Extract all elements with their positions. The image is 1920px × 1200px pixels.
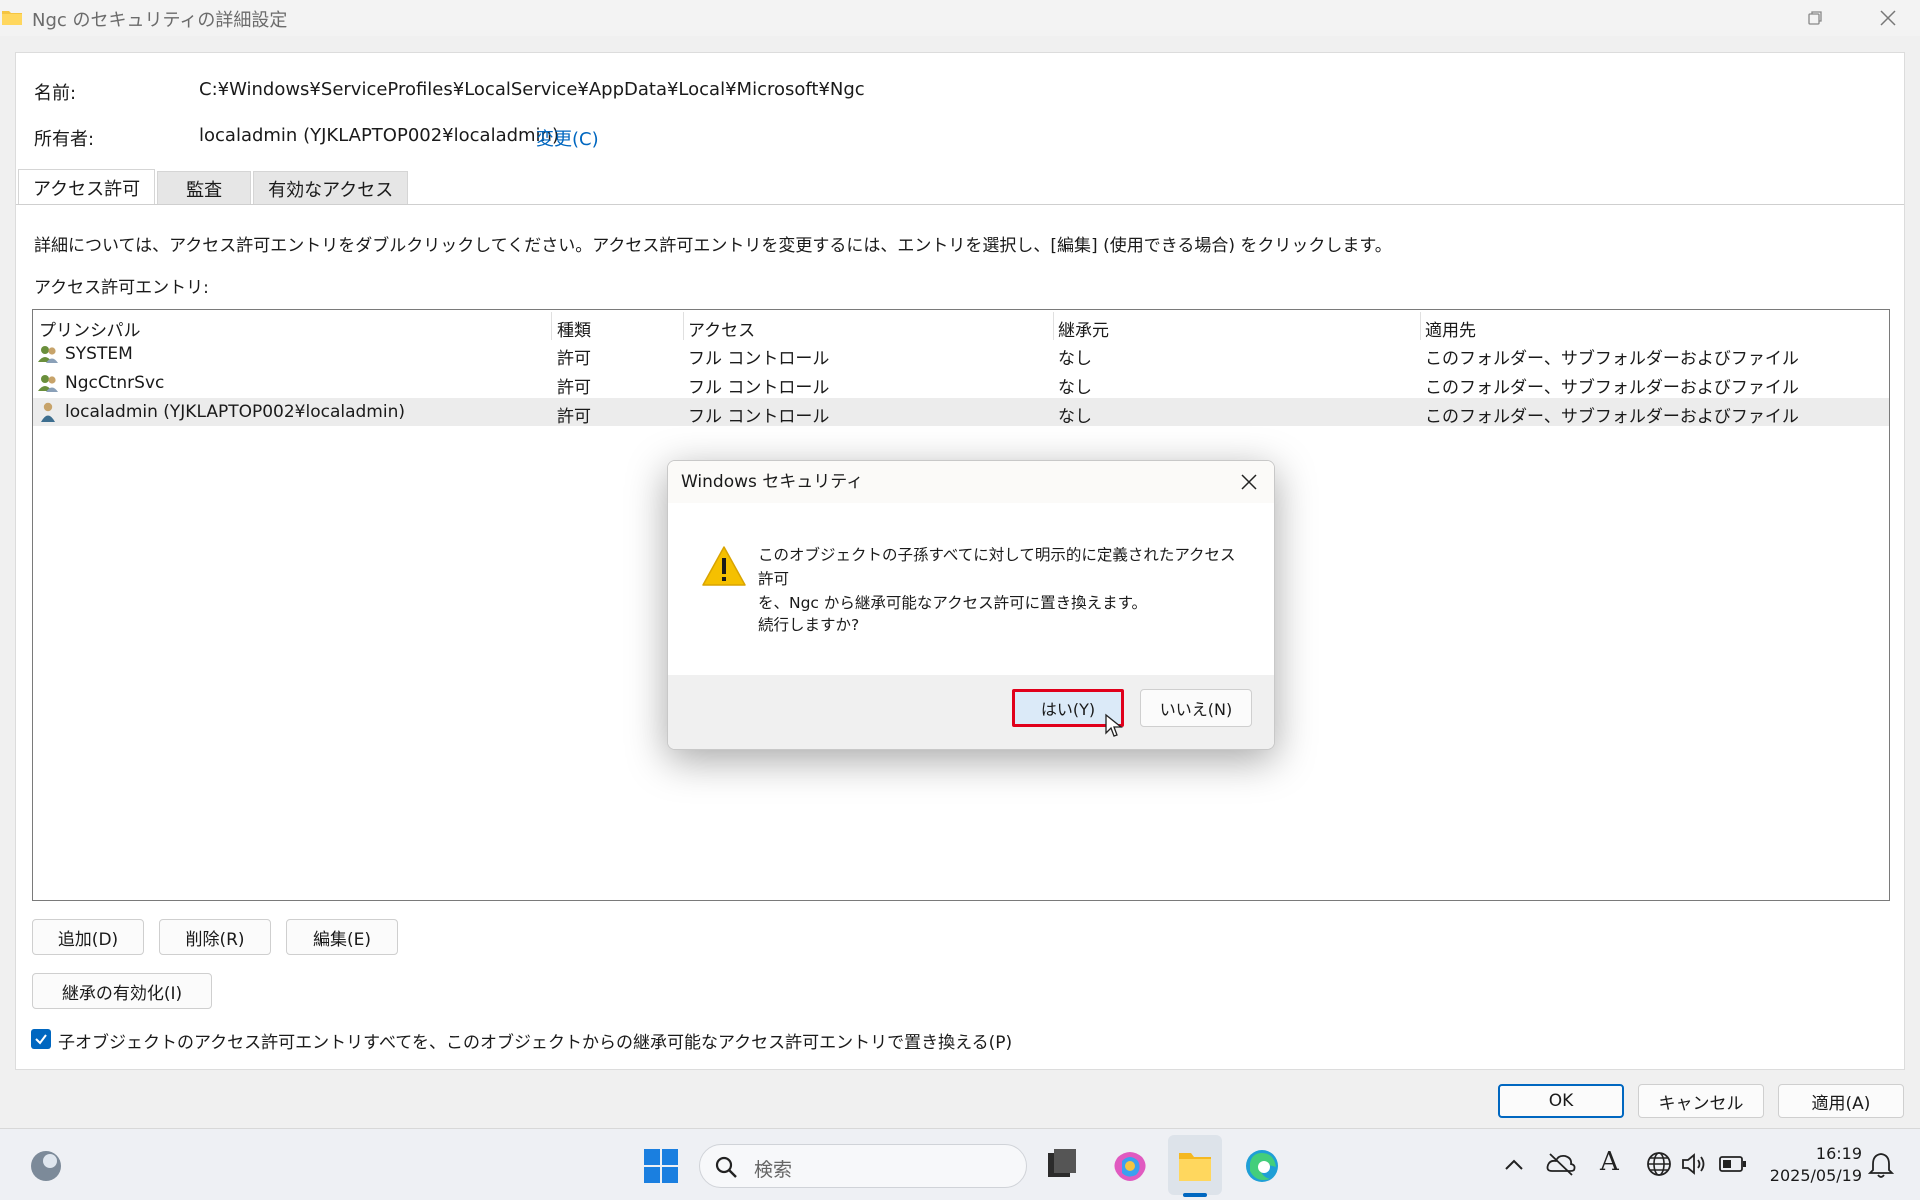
table-row[interactable]: localadmin (YJKLAPTOP002¥localadmin) 許可 … (33, 398, 1889, 427)
column-type[interactable]: 種類 (557, 316, 591, 341)
onedrive-offline-icon[interactable] (1546, 1151, 1576, 1177)
no-button[interactable]: いいえ(N) (1140, 689, 1252, 727)
apply-button[interactable]: 適用(A) (1778, 1084, 1904, 1118)
list-header: プリンシパル 種類 アクセス 継承元 適用先 (33, 312, 1889, 341)
change-owner-link[interactable]: 変更(C) (536, 125, 599, 151)
type-cell: 許可 (557, 378, 591, 398)
dialog-question: 続行しますか? (758, 616, 860, 634)
tab-auditing[interactable]: 監査 (157, 171, 252, 205)
checkmark-icon (35, 1034, 47, 1045)
mouse-cursor-icon (1105, 713, 1123, 737)
task-view-icon[interactable] (1042, 1147, 1082, 1185)
replace-child-permissions-label[interactable]: 子オブジェクトのアクセス許可エントリすべてを、このオブジェクトからの継承可能なア… (58, 1028, 1012, 1053)
group-icon (38, 375, 58, 392)
window-title: Ngc のセキュリティの詳細設定 (32, 10, 288, 31)
object-path: C:¥Windows¥ServiceProfiles¥LocalService¥… (199, 79, 865, 100)
column-divider (1053, 312, 1054, 340)
principal-cell: localadmin (YJKLAPTOP002¥localadmin) (65, 402, 405, 422)
folder-icon (2, 11, 22, 25)
access-cell: フル コントロール (688, 407, 830, 427)
applies-cell: このフォルダー、サブフォルダーおよびファイル (1425, 349, 1799, 369)
ime-mode-icon[interactable]: A (1600, 1147, 1619, 1177)
close-icon[interactable] (1868, 4, 1908, 32)
applies-cell: このフォルダー、サブフォルダーおよびファイル (1425, 378, 1799, 398)
dialog-message-line: このオブジェクトの子孫すべてに対して明示的に定義されたアクセス許可 (758, 546, 1236, 588)
tab-divider (16, 204, 1904, 205)
search-placeholder: 検索 (754, 1159, 793, 1181)
tab-permissions[interactable]: アクセス許可 (18, 169, 156, 205)
copilot-icon[interactable] (1110, 1147, 1150, 1185)
enable-inheritance-button[interactable]: 継承の有効化(I) (32, 973, 212, 1009)
table-row[interactable]: NgcCtnrSvc 許可 フル コントロール なし このフォルダー、サブフォル… (33, 369, 1889, 398)
warning-icon (702, 546, 746, 586)
dialog-message-line: を、Ngc から継承可能なアクセス許可に置き換えます。 (758, 594, 1148, 612)
owner-value: localadmin (YJKLAPTOP002¥localadmin) (199, 125, 559, 146)
column-access[interactable]: アクセス (688, 316, 755, 341)
ok-button[interactable]: OK (1498, 1084, 1624, 1118)
inherited-cell: なし (1058, 378, 1092, 398)
windows-security-dialog: Windows セキュリティ このオブジェクトの子孫すべてに対して明示的に定義さ… (667, 460, 1275, 750)
edit-button[interactable]: 編集(E) (286, 919, 398, 955)
dialog-title: Windows セキュリティ (668, 461, 1274, 503)
notification-bell-icon[interactable] (1868, 1151, 1894, 1179)
restore-icon[interactable] (1795, 4, 1835, 32)
access-cell: フル コントロール (688, 378, 830, 398)
add-button[interactable]: 追加(D) (32, 919, 144, 955)
group-icon (38, 346, 58, 363)
owner-label: 所有者: (34, 129, 95, 150)
column-divider (551, 312, 552, 340)
replace-child-permissions-checkbox[interactable] (31, 1029, 51, 1049)
entries-label: アクセス許可エントリ: (34, 278, 209, 298)
widgets-icon[interactable] (28, 1148, 64, 1184)
table-row[interactable]: SYSTEM 許可 フル コントロール なし このフォルダー、サブフォルダーおよ… (33, 340, 1889, 369)
dialog-close-icon[interactable] (1234, 467, 1264, 497)
cancel-button[interactable]: キャンセル (1638, 1084, 1764, 1118)
clock-time: 16:19 (1815, 1144, 1862, 1163)
start-icon[interactable] (641, 1147, 681, 1185)
remove-button[interactable]: 削除(R) (159, 919, 271, 955)
applies-cell: このフォルダー、サブフォルダーおよびファイル (1425, 407, 1799, 427)
principal-cell: NgcCtnrSvc (65, 373, 165, 393)
taskbar: 検索 A 16:19 2025/05/19 (0, 1128, 1920, 1200)
title-bar: Ngc のセキュリティの詳細設定 (0, 0, 1920, 36)
taskbar-search[interactable]: 検索 (699, 1144, 1027, 1188)
dialog-footer: はい(Y) いいえ(N) (668, 675, 1274, 749)
user-icon (41, 402, 55, 422)
tab-effective-access[interactable]: 有効なアクセス (253, 171, 409, 205)
description-text: 詳細については、アクセス許可エントリをダブルクリックしてください。アクセス許可エ… (34, 236, 1392, 256)
column-applies-to[interactable]: 適用先 (1425, 316, 1476, 341)
type-cell: 許可 (557, 349, 591, 369)
principal-cell: SYSTEM (65, 344, 133, 364)
inherited-cell: なし (1058, 349, 1092, 369)
access-cell: フル コントロール (688, 349, 830, 369)
taskbar-clock[interactable]: 16:19 2025/05/19 (1770, 1143, 1862, 1187)
name-label: 名前: (34, 83, 77, 104)
tab-strip: アクセス許可 監査 有効なアクセス (18, 169, 410, 205)
type-cell: 許可 (557, 407, 591, 427)
column-principal[interactable]: プリンシパル (39, 316, 141, 341)
chevron-up-icon[interactable] (1503, 1155, 1525, 1175)
column-divider (683, 312, 684, 340)
column-divider (1420, 312, 1421, 340)
network-globe-icon[interactable] (1646, 1151, 1672, 1177)
volume-icon[interactable] (1680, 1151, 1710, 1177)
battery-icon[interactable] (1718, 1153, 1748, 1175)
clock-date: 2025/05/19 (1769, 1166, 1862, 1185)
file-explorer-icon[interactable] (1175, 1147, 1215, 1185)
inherited-cell: なし (1058, 407, 1092, 427)
dialog-message: このオブジェクトの子孫すべてに対して明示的に定義されたアクセス許可 を、Ngc … (758, 543, 1238, 615)
column-inherited-from[interactable]: 継承元 (1058, 316, 1109, 341)
active-indicator (1183, 1193, 1207, 1197)
edge-icon[interactable] (1242, 1147, 1282, 1185)
search-icon (715, 1156, 737, 1178)
